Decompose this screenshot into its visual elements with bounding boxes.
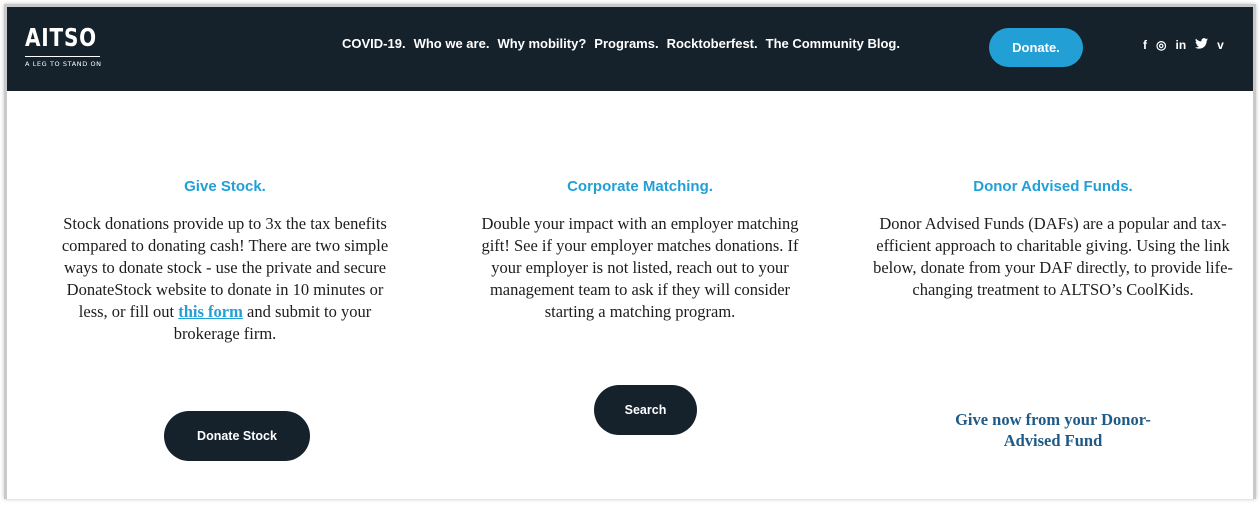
- page: AITSO A LEG TO STAND ON COVID-19. Who we…: [4, 4, 1256, 499]
- give-now-daf-link[interactable]: Give now from your Donor-Advised Fund: [928, 409, 1178, 451]
- search-button[interactable]: Search: [594, 385, 697, 435]
- corporate-matching-title: Corporate Matching.: [567, 178, 713, 195]
- facebook-icon[interactable]: f: [1143, 38, 1147, 52]
- donate-button[interactable]: Donate.: [989, 28, 1083, 67]
- logo-divider: [25, 56, 100, 57]
- twitter-icon[interactable]: [1195, 38, 1209, 52]
- give-stock-section: Give Stock. Stock donations provide up t…: [54, 178, 396, 345]
- donor-advised-title: Donor Advised Funds.: [973, 178, 1133, 195]
- nav-item-covid[interactable]: COVID-19.: [342, 36, 406, 52]
- nav-item-community-blog[interactable]: The Community Blog.: [766, 36, 900, 52]
- donate-stock-button[interactable]: Donate Stock: [164, 411, 310, 461]
- logo-tagline: A LEG TO STAND ON: [25, 60, 102, 68]
- this-form-link[interactable]: this form: [178, 302, 243, 321]
- nav-item-programs[interactable]: Programs.: [594, 36, 658, 52]
- give-stock-title: Give Stock.: [184, 178, 266, 195]
- logo-wordmark: AITSO: [25, 23, 97, 52]
- site-header: AITSO A LEG TO STAND ON COVID-19. Who we…: [7, 7, 1253, 91]
- corporate-matching-text: Double your impact with an employer matc…: [481, 214, 799, 321]
- donor-advised-text: Donor Advised Funds (DAFs) are a popular…: [873, 214, 1233, 299]
- twitter-bird-glyph: [1195, 38, 1209, 49]
- nav-item-who-we-are[interactable]: Who we are.: [414, 36, 490, 52]
- donor-advised-section: Donor Advised Funds. Donor Advised Funds…: [868, 178, 1238, 301]
- vimeo-icon[interactable]: v: [1217, 38, 1224, 52]
- social-links: f ◎ in v: [1143, 38, 1224, 52]
- linkedin-icon[interactable]: in: [1175, 38, 1186, 52]
- altso-logo[interactable]: AITSO A LEG TO STAND ON: [25, 23, 111, 77]
- nav-item-why-mobility[interactable]: Why mobility?: [497, 36, 586, 52]
- main-nav: COVID-19. Who we are. Why mobility? Prog…: [342, 36, 900, 52]
- give-stock-text: Stock donations provide up to 3x the tax…: [54, 213, 396, 345]
- nav-item-rocktoberfest[interactable]: Rocktoberfest.: [667, 36, 758, 52]
- instagram-icon[interactable]: ◎: [1156, 38, 1166, 52]
- corporate-matching-section: Corporate Matching. Double your impact w…: [469, 178, 811, 323]
